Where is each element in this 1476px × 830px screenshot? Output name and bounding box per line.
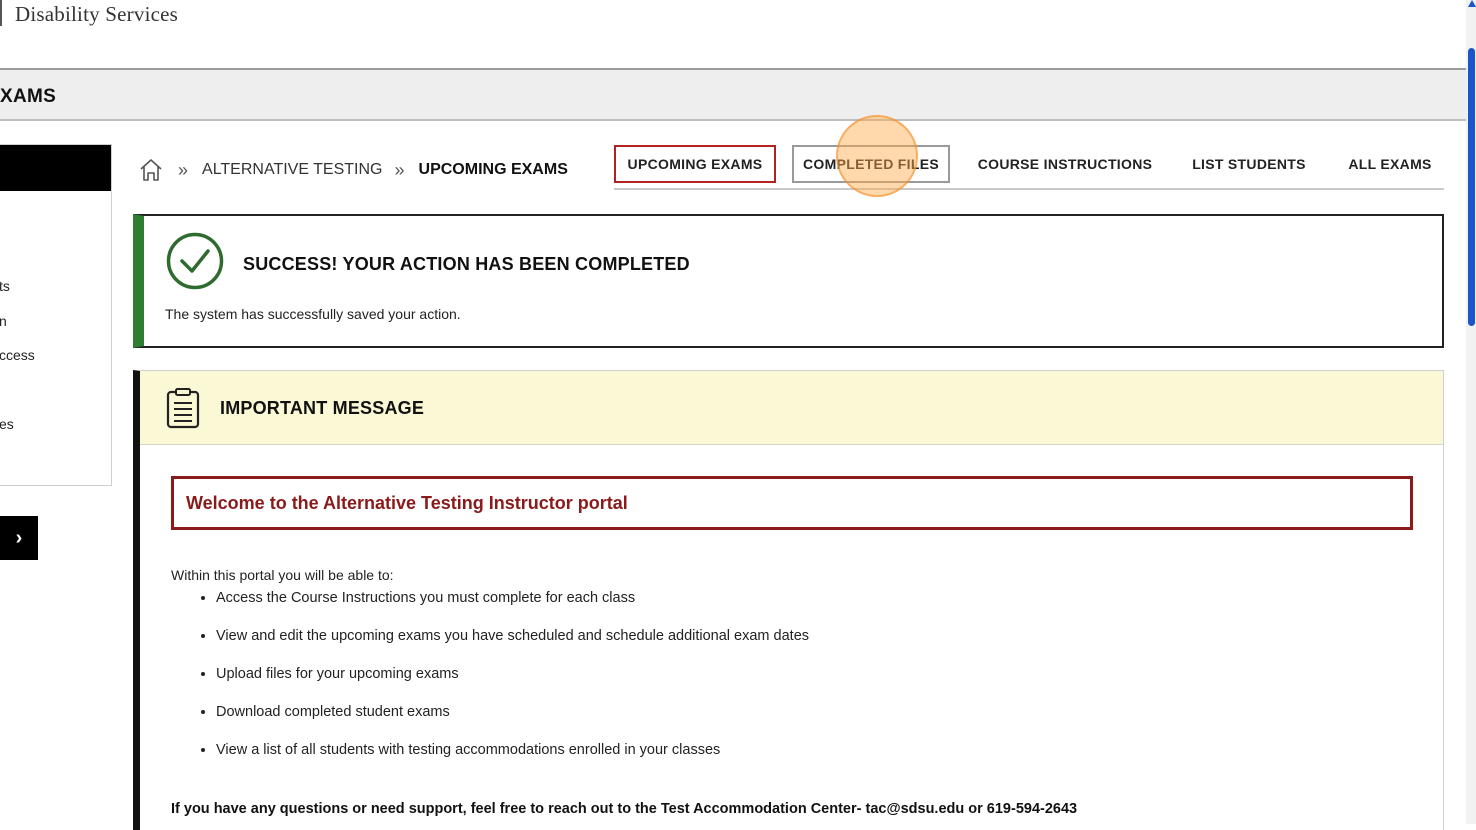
- sidebar-item[interactable]: ccess: [0, 347, 35, 363]
- list-item: View and edit the upcoming exams you hav…: [216, 625, 809, 663]
- success-title: SUCCESS! YOUR ACTION HAS BEEN COMPLETED: [243, 254, 690, 274]
- sidebar-next-button[interactable]: ›: [0, 516, 38, 560]
- site-header: Disability Services: [0, 0, 1466, 68]
- clipboard-icon: [165, 387, 201, 429]
- sidebar-menu: ts n ccess es: [0, 144, 112, 486]
- breadcrumb: » ALTERNATIVE TESTING » UPCOMING EXAMS: [136, 152, 568, 188]
- breadcrumb-separator: »: [394, 159, 405, 180]
- portal-features-list: Access the Course Instructions you must …: [196, 587, 809, 777]
- support-contact: If you have any questions or need suppor…: [171, 801, 1078, 817]
- sidebar-item[interactable]: n: [0, 313, 7, 329]
- list-item: Access the Course Instructions you must …: [216, 587, 809, 625]
- home-icon[interactable]: [136, 155, 166, 185]
- section-header: XAMS: [0, 68, 1466, 121]
- chevron-right-icon: ›: [15, 526, 23, 549]
- breadcrumb-separator: »: [178, 159, 189, 180]
- tab-all-exams[interactable]: ALL EXAMS: [1338, 145, 1442, 183]
- portal-intro: Within this portal you will be able to:: [171, 567, 394, 583]
- tab-list-students[interactable]: LIST STUDENTS: [1180, 145, 1318, 183]
- tab-underline: [614, 188, 1444, 190]
- list-item: Download completed student exams: [216, 701, 809, 739]
- brand-divider: [0, 0, 2, 26]
- success-alert: SUCCESS! YOUR ACTION HAS BEEN COMPLETED …: [133, 214, 1444, 348]
- important-message-header: IMPORTANT MESSAGE: [140, 371, 1443, 445]
- tab-upcoming-exams[interactable]: UPCOMING EXAMS: [614, 145, 776, 183]
- scroll-up-arrow[interactable]: [1468, 0, 1476, 7]
- welcome-banner: Welcome to the Alternative Testing Instr…: [171, 476, 1413, 530]
- important-message-panel: IMPORTANT MESSAGE Welcome to the Alterna…: [133, 370, 1444, 830]
- tab-course-instructions[interactable]: COURSE INSTRUCTIONS: [970, 145, 1160, 183]
- sidebar-item[interactable]: ts: [0, 278, 10, 294]
- important-message-title: IMPORTANT MESSAGE: [220, 398, 425, 418]
- brand-title[interactable]: Disability Services: [15, 2, 178, 27]
- check-circle-icon: [166, 232, 224, 290]
- list-item: View a list of all students with testing…: [216, 739, 809, 777]
- welcome-text: Welcome to the Alternative Testing Instr…: [186, 493, 628, 513]
- breadcrumb-current: UPCOMING EXAMS: [418, 161, 568, 178]
- section-title: XAMS: [0, 86, 57, 107]
- tab-completed-files[interactable]: COMPLETED FILES: [792, 145, 950, 183]
- sidebar-header: [0, 145, 111, 191]
- success-message: The system has successfully saved your a…: [165, 306, 461, 322]
- scrollbar-thumb[interactable]: [1468, 48, 1475, 326]
- sidebar-item[interactable]: es: [0, 416, 14, 432]
- list-item: Upload files for your upcoming exams: [216, 663, 809, 701]
- breadcrumb-link-alternative-testing[interactable]: ALTERNATIVE TESTING: [202, 161, 382, 179]
